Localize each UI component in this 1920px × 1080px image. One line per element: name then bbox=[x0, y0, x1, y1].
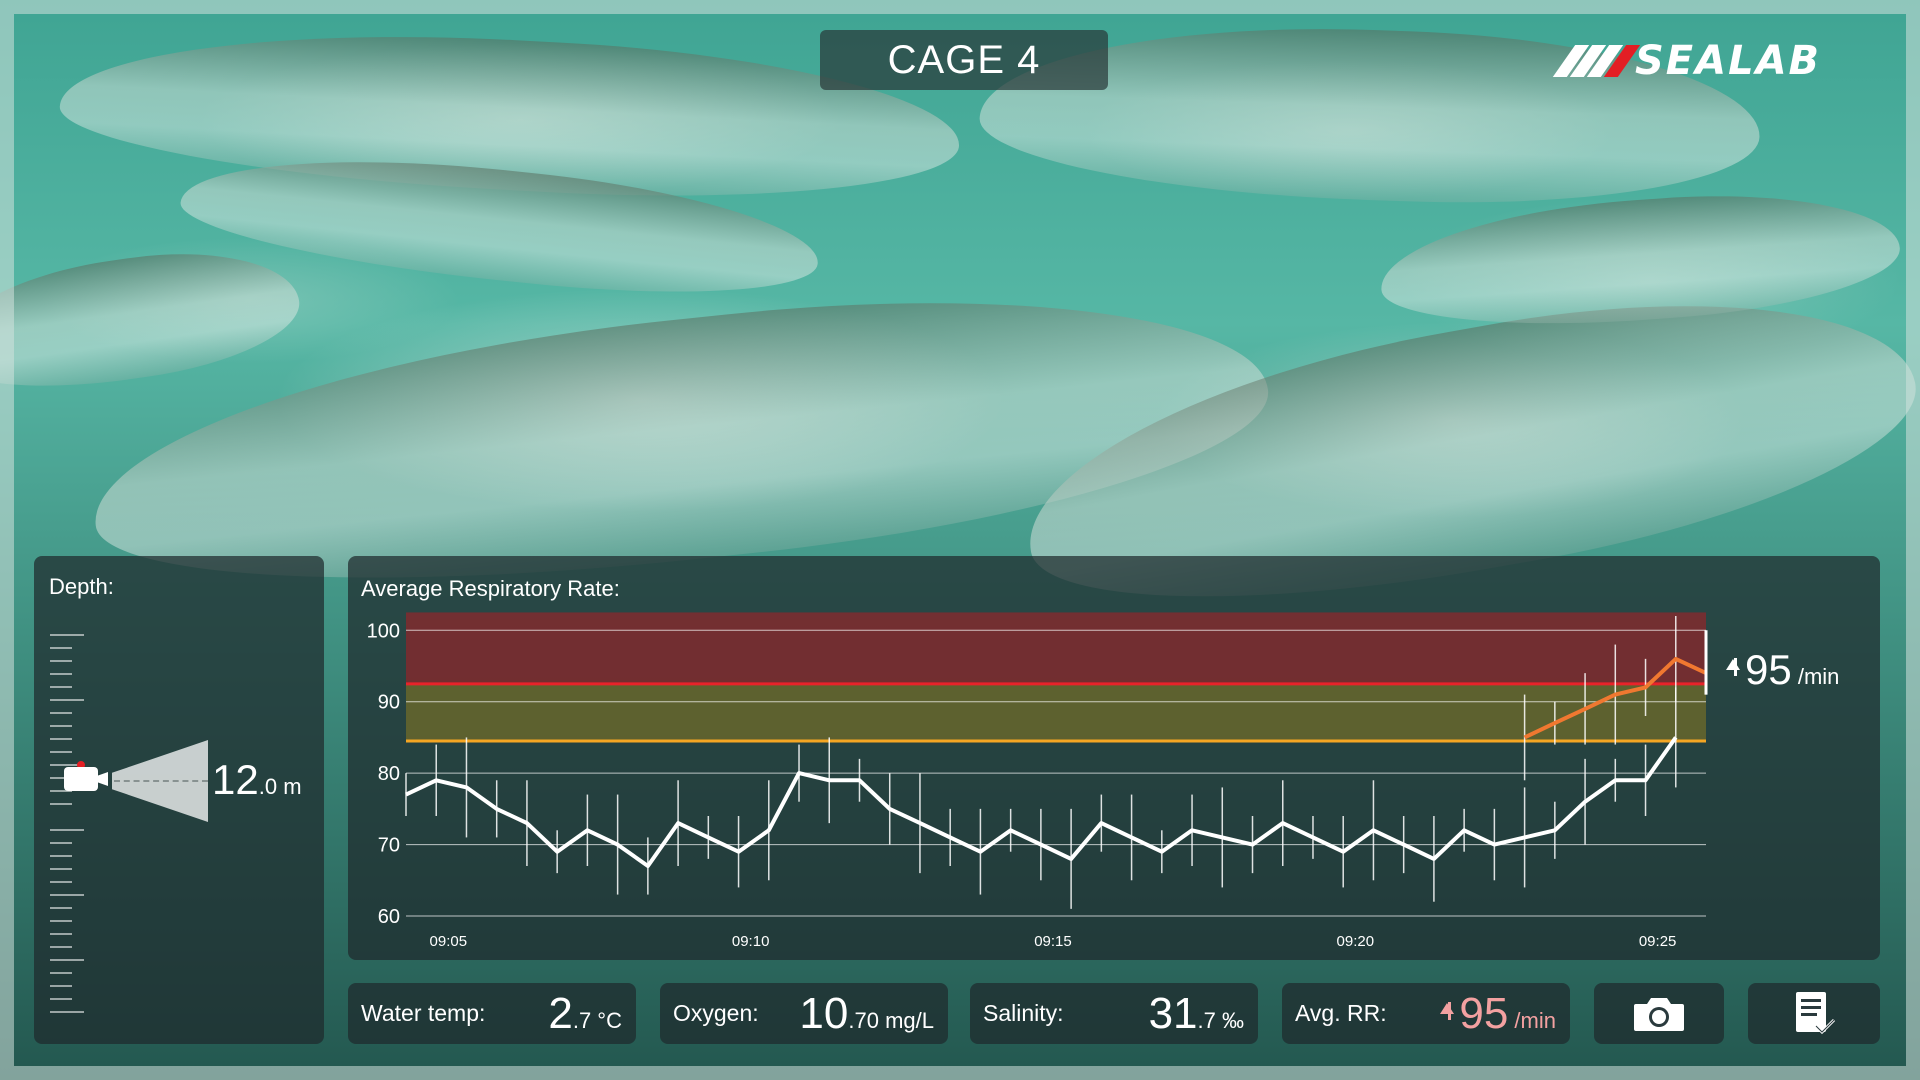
avg-rr-value: 95 /min bbox=[1440, 989, 1556, 1039]
avg-rr-panel: Avg. RR: 95 /min bbox=[1282, 983, 1570, 1044]
camera-position-icon bbox=[64, 761, 112, 794]
camera-icon bbox=[1634, 997, 1684, 1031]
fish-image bbox=[1376, 182, 1904, 338]
y-tick-label: 70 bbox=[378, 835, 400, 857]
avg-rr-label: Avg. RR: bbox=[1295, 1000, 1387, 1026]
report-checklist-icon bbox=[1796, 991, 1836, 1034]
current-rate-readout: 95 /min bbox=[1726, 646, 1839, 694]
water-temp-value: 2.7 °C bbox=[548, 988, 622, 1038]
water-temp-panel: Water temp: 2.7 °C bbox=[348, 983, 636, 1044]
fish-image bbox=[0, 235, 307, 405]
snapshot-button[interactable] bbox=[1594, 983, 1724, 1044]
salinity-label: Salinity: bbox=[983, 1000, 1064, 1026]
x-tick-label: 09:20 bbox=[1337, 933, 1375, 950]
depth-ruler bbox=[50, 634, 90, 1018]
water-temp-label: Water temp: bbox=[361, 1000, 486, 1026]
logo-text: SEALAB bbox=[1635, 38, 1822, 84]
logo-stripes-icon bbox=[1552, 45, 1641, 77]
y-tick-label: 100 bbox=[367, 620, 400, 642]
series-line bbox=[405, 736, 1678, 868]
x-tick-label: 09:15 bbox=[1034, 933, 1072, 950]
oxygen-label: Oxygen: bbox=[673, 1000, 759, 1026]
up-arrow-icon bbox=[1726, 659, 1740, 670]
respiratory-rate-chart: 60 70 80 90 100 09:05 09:10 09:15 09:20 09:25 bbox=[367, 612, 1708, 950]
y-tick-label: 60 bbox=[378, 906, 400, 928]
report-button[interactable] bbox=[1748, 983, 1880, 1044]
y-tick-label: 80 bbox=[378, 763, 400, 785]
threshold-band bbox=[406, 683, 1706, 741]
x-tick-label: 09:05 bbox=[430, 933, 468, 950]
oxygen-value: 10.70 mg/L bbox=[799, 988, 934, 1038]
x-tick-label: 09:10 bbox=[732, 933, 770, 950]
depth-panel: Depth: 12.0 m bbox=[34, 556, 324, 1044]
depth-readout: 12.0 m bbox=[212, 756, 302, 803]
x-tick-label: 09:25 bbox=[1639, 933, 1677, 950]
up-arrow-icon bbox=[1440, 1002, 1455, 1014]
salinity-panel: Salinity: 31.7 ‰ bbox=[970, 983, 1258, 1044]
y-tick-label: 90 bbox=[378, 692, 400, 714]
depth-label: Depth: bbox=[49, 574, 114, 599]
sealab-logo: SEALAB bbox=[1552, 38, 1874, 84]
respiratory-rate-chart-panel: Average Respiratory Rate: 60 70 80 90 100 09:… bbox=[348, 556, 1880, 960]
oxygen-panel: Oxygen: 10.70 mg/L bbox=[660, 983, 948, 1044]
cage-title: CAGE 4 bbox=[820, 30, 1108, 90]
salinity-value: 31.7 ‰ bbox=[1148, 988, 1244, 1038]
threshold-band bbox=[406, 612, 1706, 684]
